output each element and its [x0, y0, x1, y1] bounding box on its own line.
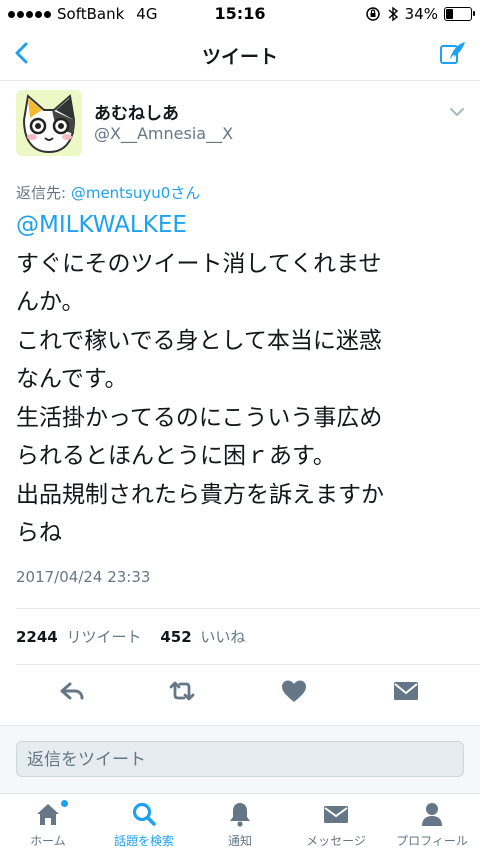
tab-label: ホーム	[30, 834, 66, 848]
reply-input[interactable]: 返信をツイート	[16, 741, 464, 777]
reply-composer: 返信をツイート	[0, 725, 480, 794]
tab-home[interactable]: ホーム	[0, 798, 96, 849]
retweet-icon	[169, 681, 195, 701]
tweet-options-button[interactable]	[448, 103, 466, 121]
tweet-line: 出品規制されたら貴方を訴えますか	[16, 481, 384, 508]
envelope-icon	[324, 806, 348, 823]
nav-bar: ツイート	[0, 28, 480, 81]
divider	[16, 608, 480, 609]
tab-label: プロフィール	[396, 834, 468, 848]
avatar[interactable]	[16, 90, 82, 156]
like-count[interactable]: 452	[160, 628, 191, 646]
notification-dot	[61, 800, 68, 807]
bluetooth-icon	[388, 6, 398, 22]
username[interactable]: @X__Amnesia__X	[94, 124, 233, 143]
display-name[interactable]: あむねしあ	[94, 99, 179, 124]
home-icon	[37, 804, 59, 825]
tweet-timestamp: 2017/04/24 23:33	[16, 568, 151, 586]
compose-tweet-button[interactable]	[438, 38, 468, 68]
tweet-stats: 2244 リツイート 452 いいね	[16, 626, 245, 647]
retweet-label[interactable]: リツイート	[67, 628, 142, 646]
like-button[interactable]	[279, 676, 309, 706]
retweet-count[interactable]: 2244	[16, 628, 58, 646]
divider	[16, 664, 480, 665]
tweet-line: られるとほんとうに困ｒあす。	[16, 443, 336, 469]
compose-feather-icon	[440, 42, 465, 64]
retweet-button[interactable]	[167, 676, 197, 706]
reply-mention-link[interactable]: @mentsuyu0さん	[71, 184, 200, 202]
rotation-lock-icon	[365, 7, 380, 21]
tweet-line: 生活掛かってるのにこういう事広め	[16, 404, 383, 431]
reply-icon	[60, 682, 84, 700]
heart-icon	[282, 680, 306, 702]
tweet-line: これで稼いでる身として本当に迷惑	[16, 327, 382, 354]
cat-avatar-icon	[16, 90, 82, 156]
tweet-line: らね	[16, 520, 62, 546]
like-label[interactable]: いいね	[200, 628, 245, 646]
direct-message-button[interactable]	[391, 676, 421, 706]
bell-icon	[230, 803, 250, 827]
reply-button[interactable]	[57, 676, 87, 706]
tab-notifications[interactable]: 通知	[192, 798, 288, 849]
tab-label: 通知	[227, 834, 252, 848]
tweet-line: んか。	[16, 289, 85, 315]
page-title: ツイート	[201, 46, 278, 68]
tweet-line: すぐにそのツイート消してくれませ	[16, 250, 382, 277]
tweet-mention-link[interactable]: @MILKWALKEE	[16, 206, 468, 245]
tab-profile[interactable]: プロフィール	[384, 798, 480, 849]
tab-label: メッセージ	[306, 834, 366, 848]
reply-context: 返信先: @mentsuyu0さん	[16, 182, 200, 203]
search-icon	[132, 802, 156, 826]
tab-label: 話題を検索	[113, 834, 174, 848]
status-bar: SoftBank 4G 15:16 34%	[0, 0, 480, 28]
envelope-icon	[394, 682, 418, 700]
tab-search[interactable]: 話題を検索	[96, 798, 192, 849]
tab-bar: ホーム 話題を検索 通知 メッセージ プロフィール	[0, 793, 480, 855]
tab-messages[interactable]: メッセージ	[288, 798, 384, 849]
chevron-down-icon	[450, 108, 464, 116]
tweet-actions	[0, 668, 480, 716]
battery-icon	[444, 7, 475, 21]
person-icon	[422, 803, 442, 826]
tweet-line: なんです。	[16, 366, 128, 392]
battery-percent: 34%	[404, 5, 438, 23]
reply-prefix: 返信先:	[16, 184, 71, 202]
tweet-body: @MILKWALKEE すぐにそのツイート消してくれませ んか。 これで稼いでる…	[16, 206, 468, 553]
